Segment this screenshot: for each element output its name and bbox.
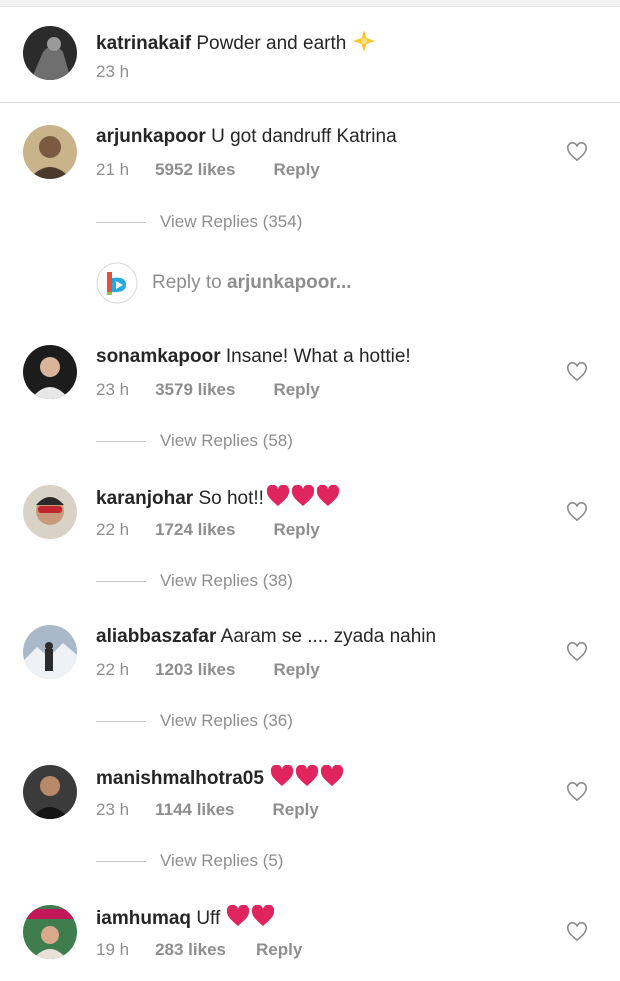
comment-time: 21 h: [96, 160, 130, 179]
comment-time: 23 h: [96, 800, 130, 819]
caption-time: 23 h: [96, 62, 130, 81]
reply-to-prefix: Reply to: [152, 272, 222, 293]
comment-username[interactable]: sonamkapoor: [96, 346, 221, 367]
reply-button[interactable]: Reply: [256, 939, 302, 961]
heart-outline-icon[interactable]: [566, 362, 588, 382]
comment-time: 22 h: [96, 520, 130, 539]
comment-username[interactable]: arjunkapoor: [96, 126, 206, 147]
avatar[interactable]: [23, 905, 77, 959]
avatar[interactable]: [23, 345, 77, 399]
comment-username[interactable]: manishmalhotra05: [96, 768, 264, 789]
comment-text: So hot!!: [198, 488, 264, 509]
comment-text: Aaram se .... zyada nahin: [220, 626, 437, 647]
avatar[interactable]: [23, 765, 77, 819]
star-emoji: [352, 29, 376, 60]
likes-count[interactable]: 1203 likes: [155, 659, 235, 681]
comment-time: 23 h: [96, 380, 130, 399]
caption-username[interactable]: katrinakaif: [96, 33, 191, 54]
reply-button[interactable]: Reply: [273, 659, 319, 681]
likes-count[interactable]: 3579 likes: [155, 379, 235, 401]
comment-username[interactable]: aliabbaszafar: [96, 626, 216, 647]
comment-text: Uff: [196, 908, 221, 929]
app-logo-icon: [96, 262, 138, 304]
reply-button[interactable]: Reply: [273, 159, 319, 181]
reply-button[interactable]: Reply: [273, 519, 319, 541]
avatar[interactable]: [23, 485, 77, 539]
comment-time: 19 h: [96, 940, 130, 959]
heart-outline-icon[interactable]: [566, 502, 588, 522]
view-replies-label: View Replies (354): [160, 212, 303, 231]
heart-outline-icon[interactable]: [566, 782, 588, 802]
view-replies-label: View Replies (36): [160, 711, 293, 730]
caption-meta: 23 h: [96, 61, 129, 83]
view-replies-button[interactable]: View Replies (354): [96, 211, 302, 233]
comment-time: 22 h: [96, 660, 130, 679]
comment-username[interactable]: iamhumaq: [96, 908, 191, 929]
view-replies-label: View Replies (58): [160, 431, 293, 450]
caption-text: Powder and earth: [196, 33, 347, 54]
likes-count[interactable]: 1144 likes: [155, 799, 234, 821]
likes-count[interactable]: 283 likes: [155, 939, 226, 961]
red-heart-emoji: [226, 904, 275, 934]
view-replies-button[interactable]: View Replies (5): [96, 850, 283, 872]
view-replies-button[interactable]: View Replies (58): [96, 430, 293, 452]
view-replies-label: View Replies (38): [160, 571, 293, 590]
heart-outline-icon[interactable]: [566, 642, 588, 662]
red-heart-emoji: [270, 764, 344, 794]
reply-button[interactable]: Reply: [273, 379, 319, 401]
reply-button[interactable]: Reply: [273, 799, 319, 821]
comment-text: Insane! What a hottie!: [225, 346, 411, 367]
view-replies-button[interactable]: View Replies (38): [96, 570, 293, 592]
red-heart-emoji: [266, 484, 340, 514]
comment-text: U got dandruff Katrina: [211, 126, 397, 147]
heart-outline-icon[interactable]: [566, 142, 588, 162]
likes-count[interactable]: 5952 likes: [155, 159, 235, 181]
view-replies-button[interactable]: View Replies (36): [96, 710, 293, 732]
view-replies-label: View Replies (5): [160, 851, 284, 870]
avatar[interactable]: [23, 26, 77, 80]
post-caption: katrinakaif Powder and earth 23 h: [0, 6, 620, 103]
reply-to-username: arjunkapoor...: [226, 272, 352, 293]
avatar[interactable]: [23, 625, 77, 679]
comment-username[interactable]: karanjohar: [96, 488, 193, 509]
likes-count[interactable]: 1724 likes: [155, 519, 235, 541]
avatar[interactable]: [23, 125, 77, 179]
heart-outline-icon[interactable]: [566, 922, 588, 942]
